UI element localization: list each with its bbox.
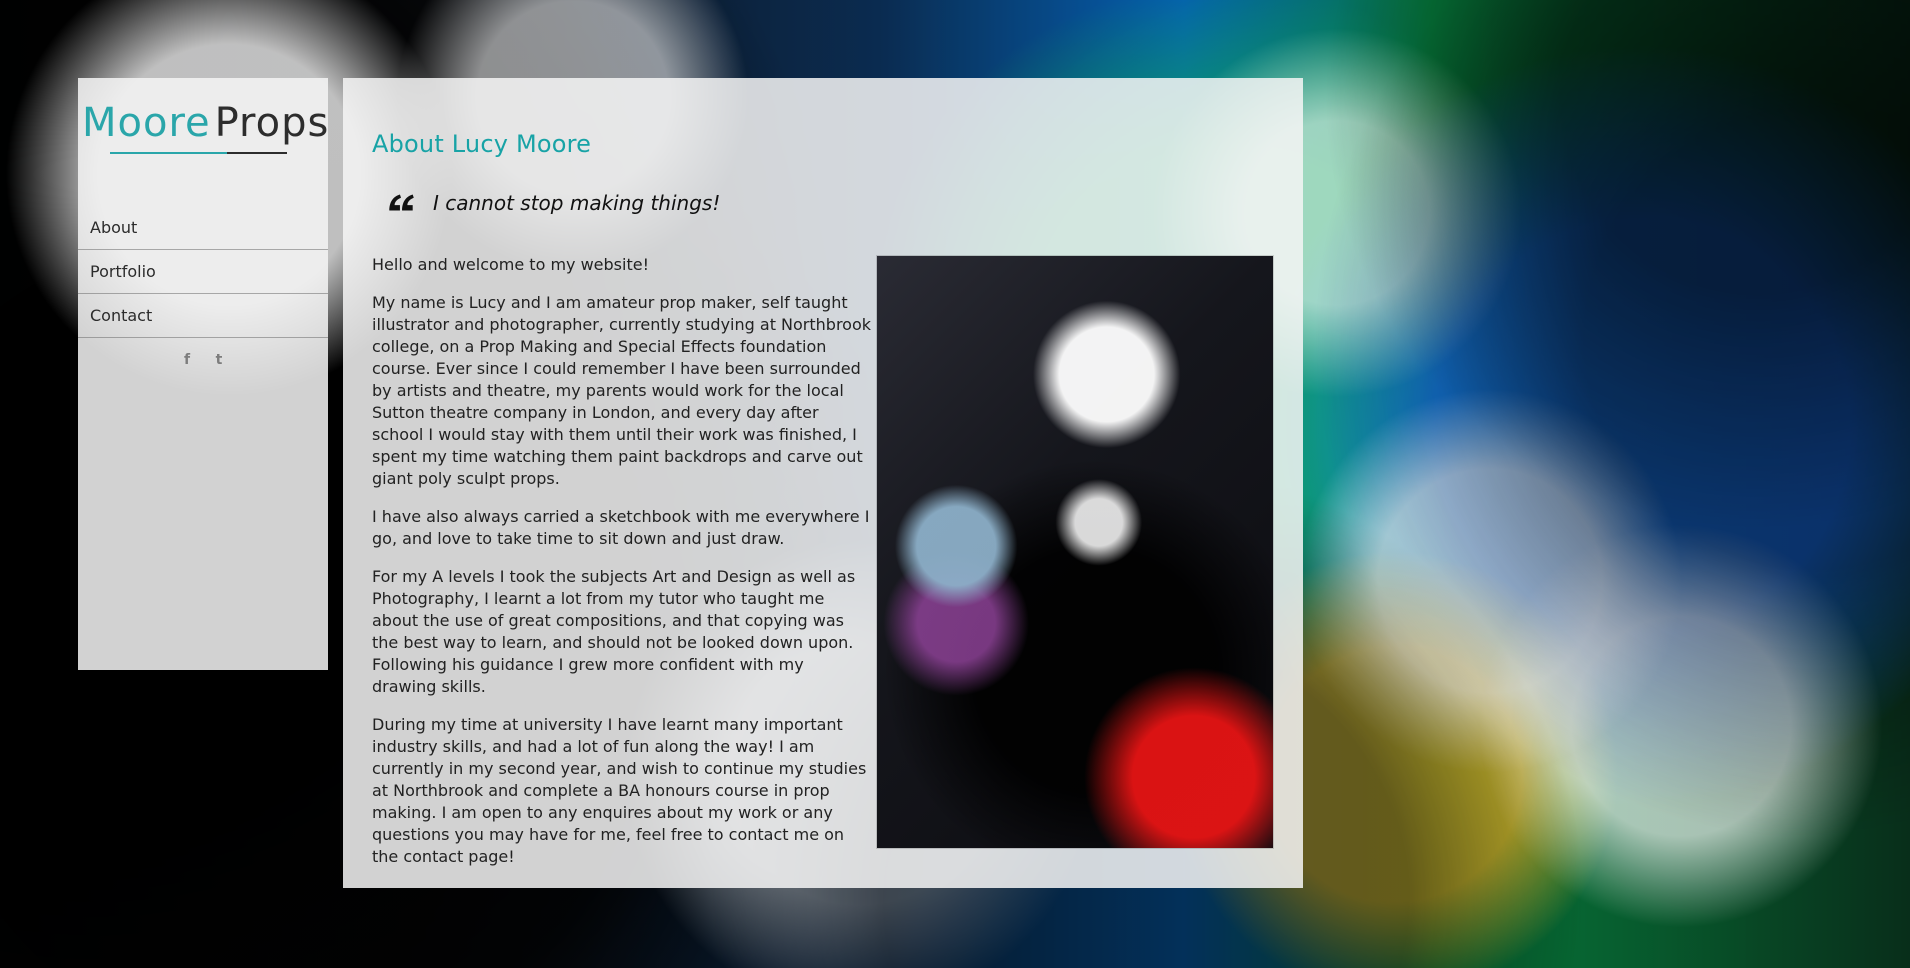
main-nav: About Portfolio Contact <box>78 206 328 338</box>
nav-item-portfolio[interactable]: Portfolio <box>78 250 328 294</box>
content-card: About Lucy Moore I cannot stop making th… <box>343 78 1303 888</box>
paragraph-university: During my time at university I have lear… <box>372 715 867 866</box>
twitter-icon[interactable]: t <box>210 351 228 369</box>
paragraph-alevels: For my A levels I took the subjects Art … <box>372 567 856 696</box>
quote-icon <box>389 194 414 211</box>
paragraph-background: My name is Lucy and I am amateur prop ma… <box>372 293 872 488</box>
nav-item-contact[interactable]: Contact <box>78 294 328 338</box>
facebook-icon[interactable]: f <box>178 351 196 369</box>
logo-props: Props <box>214 100 330 146</box>
paragraph-welcome: Hello and welcome to my website! <box>372 255 649 274</box>
paragraph-sketchbook: I have also always carried a sketchbook … <box>372 507 870 548</box>
logo-underline-dark <box>227 152 287 154</box>
about-text: Hello and welcome to my website! My name… <box>372 254 872 884</box>
social-links: f t <box>78 348 328 372</box>
nav-item-about[interactable]: About <box>78 206 328 250</box>
sidebar: Moore Props About Portfolio Contact f t <box>78 78 328 670</box>
quote-text: I cannot stop making things! <box>433 191 721 215</box>
page-title: About Lucy Moore <box>372 130 592 158</box>
nav-item-label: Contact <box>90 306 153 325</box>
nav-item-label: About <box>90 218 138 237</box>
quote: I cannot stop making things! <box>383 186 720 220</box>
profile-photo <box>877 256 1273 848</box>
nav-item-label: Portfolio <box>90 262 156 281</box>
logo-moore: Moore <box>82 100 211 146</box>
site-logo[interactable]: Moore Props <box>82 100 328 162</box>
